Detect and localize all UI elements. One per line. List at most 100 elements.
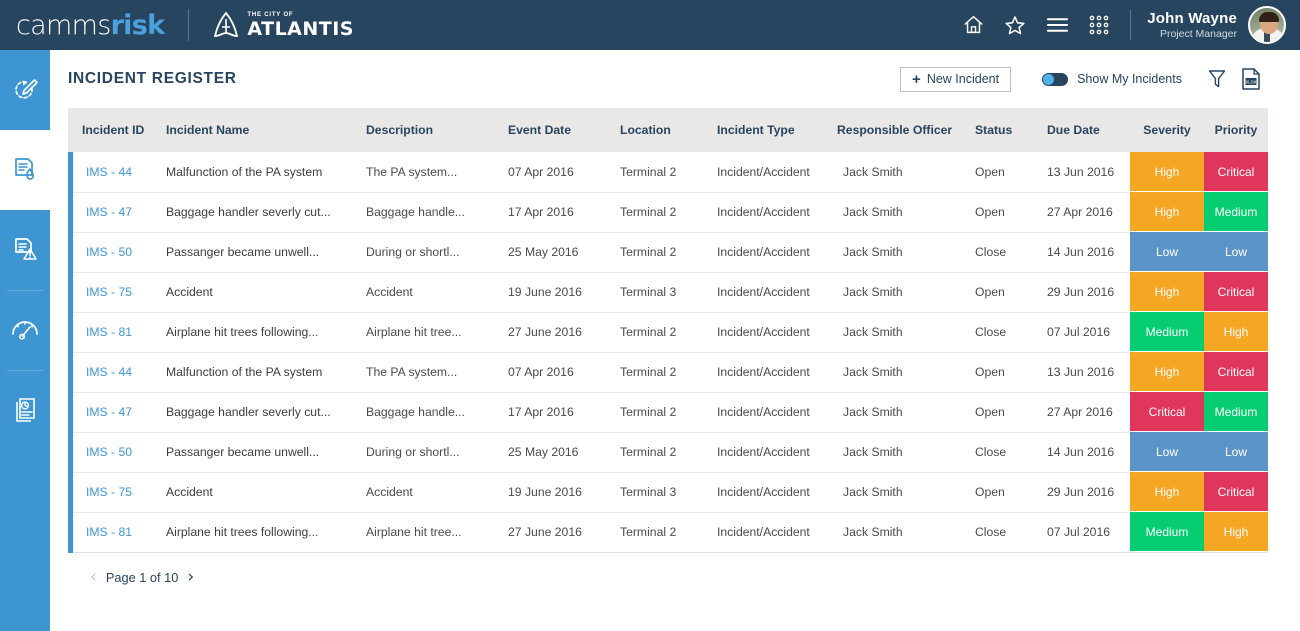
status-cell: Open — [961, 272, 1033, 313]
page-toolbar: + New Incident Show My Incidents XLSX — [900, 63, 1268, 95]
xlsx-export-icon[interactable]: XLSX — [1234, 63, 1268, 95]
description-cell: During or shortl... — [352, 432, 494, 473]
home-icon[interactable] — [952, 5, 994, 45]
table-header-row: Incident ID Incident Name Description Ev… — [68, 108, 1268, 152]
incident-id-link[interactable]: IMS - 75 — [68, 271, 152, 313]
table-row[interactable]: IMS - 44 Malfunction of the PA system The … — [68, 152, 1268, 193]
priority-badge: Medium — [1204, 192, 1268, 232]
severity-badge-cell: High — [1130, 272, 1204, 312]
severity-badge-cell: Medium — [1130, 312, 1204, 352]
sidebar-item-review-edit[interactable] — [0, 50, 50, 130]
incident-id-link[interactable]: IMS - 75 — [68, 471, 152, 513]
severity-badge: High — [1130, 472, 1204, 512]
apps-grid-icon[interactable] — [1078, 5, 1120, 45]
column-header-incident-id[interactable]: Incident ID — [68, 108, 152, 152]
show-my-incidents-control[interactable]: Show My Incidents — [1042, 72, 1182, 86]
incident-name-cell: Airplane hit trees following... — [152, 512, 352, 553]
severity-badge: Critical — [1130, 392, 1204, 432]
incident-table: Incident ID Incident Name Description Ev… — [68, 108, 1268, 553]
incident-id-link[interactable]: IMS - 50 — [68, 231, 152, 273]
next-page-icon[interactable]: › — [187, 569, 194, 586]
incident-id-link[interactable]: IMS - 81 — [68, 511, 152, 553]
table-row[interactable]: IMS - 47 Baggage handler severly cut... Ba… — [68, 391, 1268, 433]
column-header-incident-name[interactable]: Incident Name — [152, 108, 352, 152]
incident-id-link[interactable]: IMS - 81 — [68, 311, 152, 353]
severity-badge: High — [1130, 272, 1204, 312]
app-logo[interactable]: cammsrisk — [16, 10, 165, 41]
incident-id-link[interactable]: IMS - 50 — [68, 431, 152, 473]
table-row[interactable]: IMS - 47 Baggage handler severly cut... Ba… — [68, 191, 1268, 233]
refresh-pencil-icon — [15, 79, 38, 99]
priority-badge-cell: Critical — [1204, 472, 1268, 512]
incident-type-cell: Incident/Accident — [703, 152, 823, 193]
incident-id-link[interactable]: IMS - 44 — [68, 351, 152, 393]
location-cell: Terminal 2 — [606, 392, 703, 433]
sidebar-item-reports[interactable] — [0, 370, 50, 450]
incident-id-link[interactable]: IMS - 47 — [68, 391, 152, 433]
new-incident-button[interactable]: + New Incident — [900, 66, 1012, 92]
table-row[interactable]: IMS - 81 Airplane hit trees following... A… — [68, 311, 1268, 353]
incident-table-container: Incident ID Incident Name Description Ev… — [50, 108, 1300, 586]
event-date-cell: 27 June 2016 — [494, 512, 606, 553]
priority-badge-cell: Medium — [1204, 192, 1268, 232]
location-cell: Terminal 2 — [606, 192, 703, 233]
responsible-officer-cell: Jack Smith — [823, 392, 961, 433]
severity-badge-cell: High — [1130, 192, 1204, 232]
sidebar-item-incident-register[interactable] — [0, 210, 50, 290]
page-indicator-label: Page 1 of 10 — [105, 570, 179, 585]
responsible-officer-cell: Jack Smith — [823, 232, 961, 273]
table-row[interactable]: IMS - 44 Malfunction of the PA system The … — [68, 351, 1268, 393]
incident-name-cell: Passanger became unwell... — [152, 232, 352, 273]
sidebar-item-performance[interactable] — [0, 290, 50, 370]
column-header-event-date[interactable]: Event Date — [494, 108, 606, 152]
xlsx-text: XLSX — [1245, 80, 1256, 85]
column-header-description[interactable]: Description — [352, 108, 494, 152]
incident-name-cell: Malfunction of the PA system — [152, 352, 352, 393]
table-row[interactable]: IMS - 75 Accident Accident 19 June 2016 Term… — [68, 271, 1268, 313]
table-row[interactable]: IMS - 50 Passanger became unwell... During… — [68, 431, 1268, 473]
incident-id-link[interactable]: IMS - 47 — [68, 191, 152, 233]
column-header-priority[interactable]: Priority — [1204, 108, 1268, 152]
table-row[interactable]: IMS - 81 Airplane hit trees following... A… — [68, 511, 1268, 553]
severity-badge-cell: High — [1130, 352, 1204, 392]
user-info[interactable]: John Wayne Project Manager — [1147, 10, 1237, 41]
avatar[interactable] — [1248, 6, 1286, 44]
table-row[interactable]: IMS - 75 Accident Accident 19 June 2016 Term… — [68, 471, 1268, 513]
incident-name-cell: Airplane hit trees following... — [152, 312, 352, 353]
description-cell: Baggage handle... — [352, 192, 494, 233]
sidebar-item-risk-register[interactable] — [0, 130, 50, 210]
description-cell: Airplane hit tree... — [352, 312, 494, 353]
due-date-cell: 29 Jun 2016 — [1033, 272, 1130, 313]
severity-badge-cell: Critical — [1130, 392, 1204, 432]
report-pages-icon — [16, 398, 35, 422]
incident-name-cell: Baggage handler severly cut... — [152, 392, 352, 433]
due-date-cell: 27 Apr 2016 — [1033, 192, 1130, 233]
description-cell: Airplane hit tree... — [352, 512, 494, 553]
due-date-cell: 07 Jul 2016 — [1033, 312, 1130, 353]
column-header-due-date[interactable]: Due Date — [1033, 108, 1130, 152]
priority-badge: High — [1204, 512, 1268, 552]
column-header-location[interactable]: Location — [606, 108, 703, 152]
star-icon[interactable] — [994, 5, 1036, 45]
column-header-incident-type[interactable]: Incident Type — [703, 108, 823, 152]
document-warning-icon — [15, 238, 37, 260]
incident-name-cell: Accident — [152, 472, 352, 513]
incident-id-link[interactable]: IMS - 44 — [68, 152, 152, 193]
priority-badge: Critical — [1204, 352, 1268, 392]
description-cell: Accident — [352, 272, 494, 313]
incident-type-cell: Incident/Accident — [703, 392, 823, 433]
location-cell: Terminal 2 — [606, 152, 703, 193]
due-date-cell: 27 Apr 2016 — [1033, 392, 1130, 433]
severity-badge: High — [1130, 192, 1204, 232]
table-row[interactable]: IMS - 50 Passanger became unwell... During… — [68, 231, 1268, 273]
show-my-incidents-toggle[interactable] — [1042, 72, 1069, 86]
severity-badge: High — [1130, 352, 1204, 392]
column-header-severity[interactable]: Severity — [1130, 108, 1204, 152]
incident-type-cell: Incident/Accident — [703, 232, 823, 273]
location-cell: Terminal 2 — [606, 232, 703, 273]
menu-icon[interactable] — [1036, 5, 1078, 45]
column-header-responsible-officer[interactable]: Responsible Officer — [823, 108, 961, 152]
column-header-status[interactable]: Status — [961, 108, 1033, 152]
filter-icon[interactable] — [1200, 63, 1234, 95]
prev-page-icon[interactable]: ‹ — [90, 569, 97, 586]
